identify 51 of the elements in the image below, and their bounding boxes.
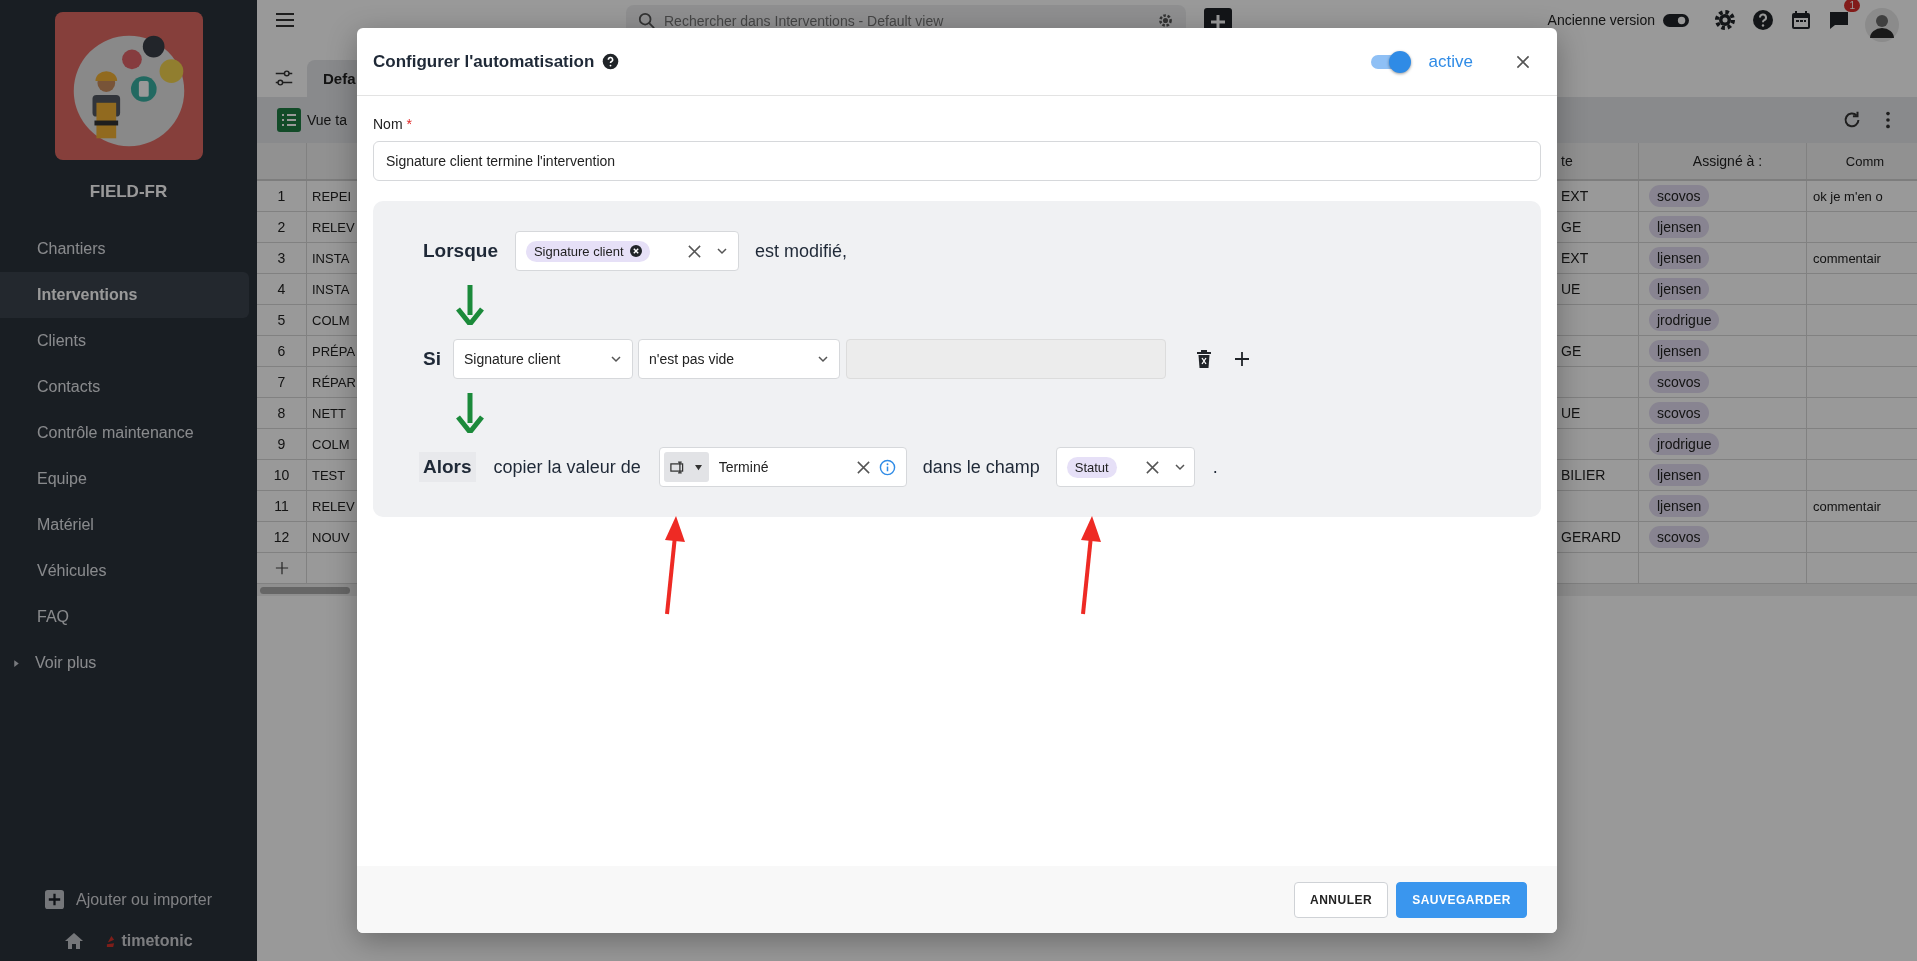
table-cell: GERARD: [1561, 529, 1621, 545]
row-number: 3: [257, 243, 307, 273]
table-cell: GE: [1561, 219, 1582, 235]
dialog-title: Configurer l'automatisation: [373, 51, 595, 72]
user-tag: scovos: [1649, 185, 1709, 207]
notification-badge: 1: [1844, 0, 1860, 12]
old-version-label: Ancienne version: [1547, 12, 1655, 28]
user-tag: ljensen: [1649, 247, 1710, 269]
keyword: Si: [423, 348, 441, 370]
table-cell: commentair: [1813, 250, 1881, 266]
keyword: Lorsque: [423, 240, 498, 262]
row-number: 6: [257, 336, 307, 366]
brand-name: timetonic: [121, 932, 193, 950]
row-number: 1: [257, 181, 307, 211]
table-cell: BILIER: [1561, 467, 1606, 483]
table-cell: EXT: [1561, 188, 1589, 204]
table-cell: ok je m'en o: [1813, 188, 1883, 204]
user-tag: ljensen: [1649, 340, 1710, 362]
app-name: FIELD-FR: [88, 182, 169, 202]
row-number: 4: [257, 274, 307, 304]
table-cell: GE: [1561, 343, 1582, 359]
row-number: 8: [257, 398, 307, 428]
user-tag: ljensen: [1649, 216, 1710, 238]
active-label: active: [1428, 51, 1473, 72]
row-number: 2: [257, 212, 307, 242]
user-tag: jrodrigue: [1649, 433, 1720, 455]
user-tag: scovos: [1649, 402, 1709, 424]
user-tag: ljensen: [1649, 464, 1710, 486]
table-cell: commentair: [1813, 498, 1881, 514]
table-cell: UE: [1561, 281, 1581, 297]
column-header: Assigné à :: [1639, 143, 1807, 179]
rule-text: est modifié,: [754, 240, 847, 262]
user-tag: jrodrigue: [1649, 309, 1720, 331]
user-tag: ljensen: [1649, 495, 1710, 517]
table-cell: UE: [1561, 405, 1581, 421]
row-number: 11: [257, 491, 307, 521]
column-header: Comm: [1844, 152, 1886, 171]
field-label: Nom *: [373, 116, 413, 132]
row-number: 9: [257, 429, 307, 459]
rule-text: copier la valeur de: [493, 456, 641, 478]
rule-text: dans le champ: [922, 456, 1040, 478]
rule-text: .: [1212, 456, 1218, 478]
row-number: 12: [257, 522, 307, 552]
user-tag: scovos: [1649, 371, 1709, 393]
table-cell: EXT: [1561, 250, 1589, 266]
user-tag: scovos: [1649, 526, 1709, 548]
keyword: Alors: [419, 452, 476, 482]
row-number: 10: [257, 460, 307, 490]
row-number: 7: [257, 367, 307, 397]
row-number: 5: [257, 305, 307, 335]
user-tag: ljensen: [1649, 278, 1710, 300]
